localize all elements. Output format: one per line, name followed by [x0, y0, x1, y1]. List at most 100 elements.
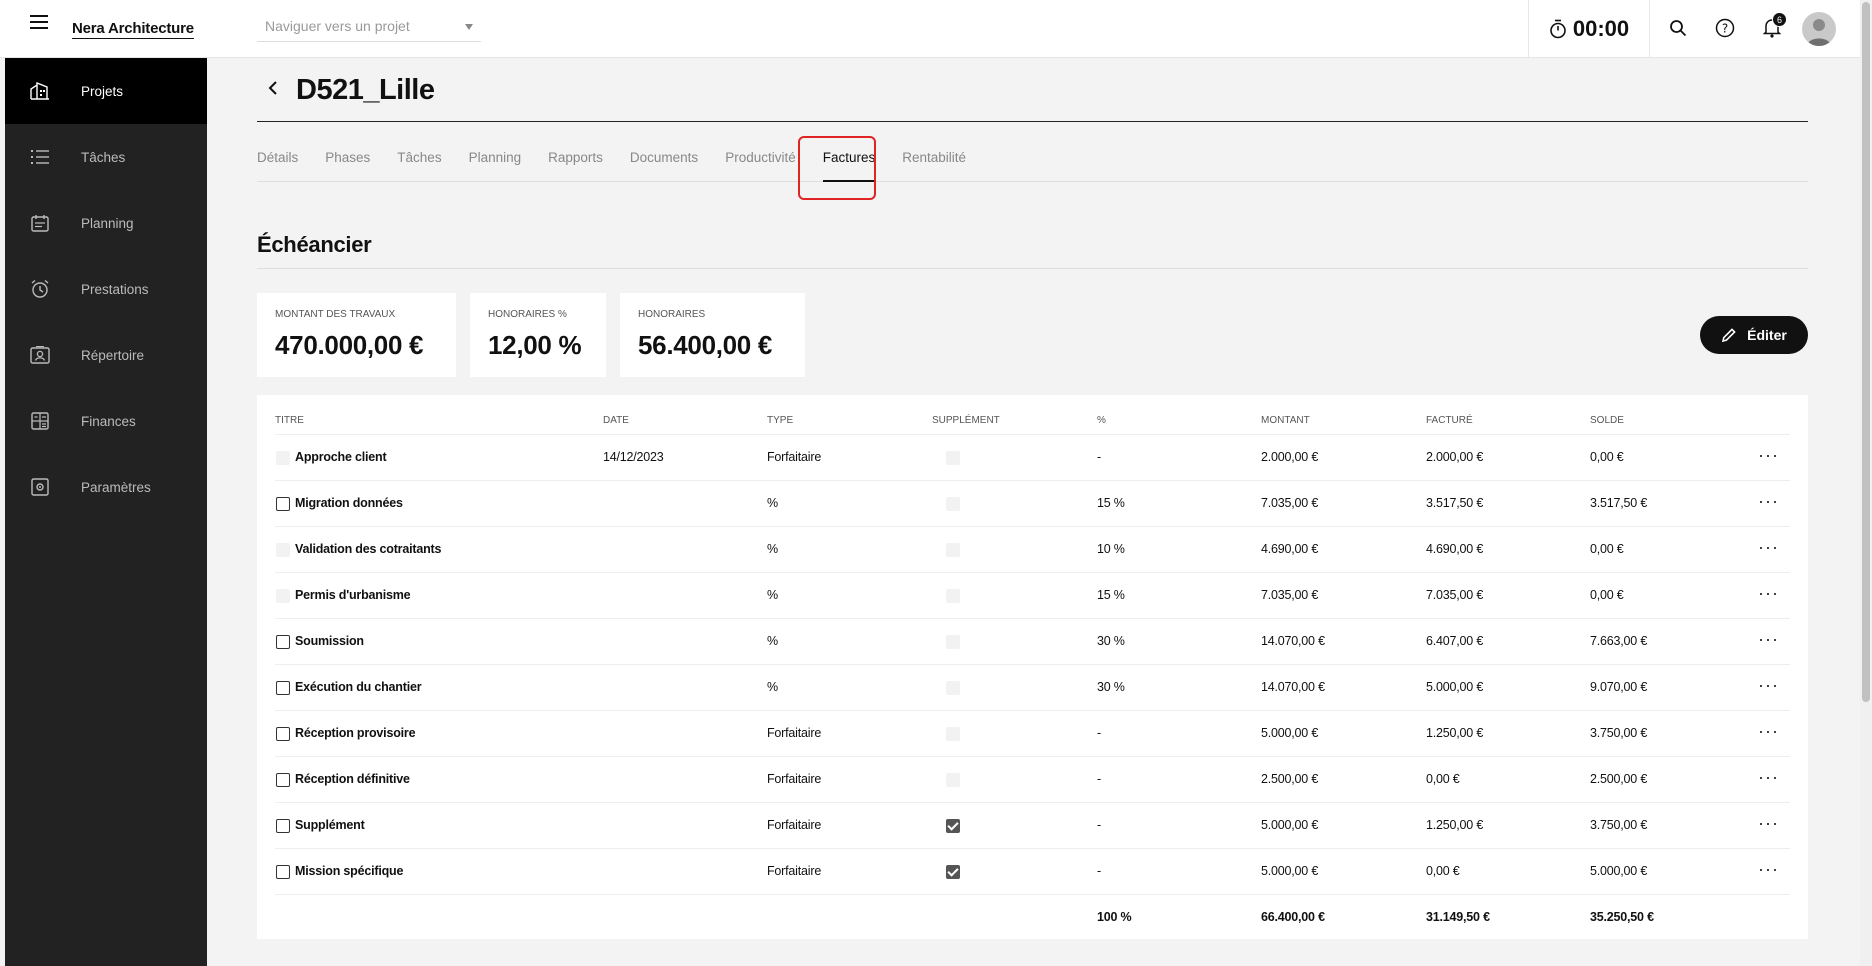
cell-type: Forfaitaire: [767, 450, 822, 464]
cell-montant: 7.035,00 €: [1261, 496, 1319, 510]
cell-type: Forfaitaire: [767, 772, 822, 786]
cell-pct: -: [1097, 450, 1101, 464]
brand-logo[interactable]: Nera Architecture: [72, 20, 194, 39]
project-navigator-placeholder: Naviguer vers un projet: [265, 18, 410, 34]
sidebar-item-planning[interactable]: Planning: [5, 190, 207, 256]
supplement-checkbox: [946, 589, 960, 603]
search-button[interactable]: [1665, 15, 1691, 41]
cell-solde: 0,00 €: [1590, 450, 1624, 464]
kpi-card-honoraires-pct: HONORAIRES % 12,00 %: [470, 293, 606, 377]
cell-title: Mission spécifique: [295, 864, 404, 878]
cell-facture: 3.517,50 €: [1426, 496, 1484, 510]
more-options-icon[interactable]: ···: [1758, 767, 1779, 788]
more-options-icon[interactable]: ···: [1758, 583, 1779, 604]
table-row[interactable]: Réception provisoire Forfaitaire - 5.000,00…: [275, 711, 1790, 757]
sidebar-item-taches[interactable]: Tâches: [5, 124, 207, 190]
cell-montant: 5.000,00 €: [1261, 726, 1319, 740]
cell-facture: 2.000,00 €: [1426, 450, 1484, 464]
supplement-checkbox: [946, 451, 960, 465]
settings-icon: [29, 476, 51, 498]
column-header-pct: %: [1097, 415, 1106, 426]
table-row[interactable]: Migration données% 15 % 7.035,00 € 3.517,50…: [275, 481, 1790, 527]
back-arrow-icon[interactable]: [267, 80, 279, 96]
kpi-card-montant-travaux: MONTANT DES TRAVAUX 470.000,00 €: [257, 293, 456, 377]
user-avatar[interactable]: [1802, 12, 1836, 46]
table-row[interactable]: Permis d'urbanisme% 15 % 7.035,00 € 7.035,0…: [275, 573, 1790, 619]
kpi-label: HONORAIRES: [638, 309, 706, 320]
row-select-checkbox[interactable]: [276, 497, 290, 511]
row-select-checkbox[interactable]: [276, 681, 290, 695]
row-select-checkbox[interactable]: [276, 865, 290, 879]
tab-documents[interactable]: Documents: [630, 150, 698, 176]
scrollbar-thumb[interactable]: [1862, 2, 1870, 702]
row-select-checkbox[interactable]: [276, 819, 290, 833]
divider: [257, 268, 1808, 269]
column-header-facture: FACTURÉ: [1426, 415, 1473, 426]
sidebar-item-projets[interactable]: Projets: [5, 58, 207, 124]
notifications-button[interactable]: 6: [1759, 12, 1787, 41]
cell-type: Forfaitaire: [767, 818, 822, 832]
cell-pct: 30 %: [1097, 634, 1125, 648]
cell-facture: 6.407,00 €: [1426, 634, 1484, 648]
more-options-icon[interactable]: ···: [1758, 629, 1779, 650]
sidebar-item-finances[interactable]: Finances: [5, 388, 207, 454]
help-button[interactable]: ?: [1712, 15, 1738, 41]
more-options-icon[interactable]: ···: [1758, 721, 1779, 742]
edit-button[interactable]: Éditer: [1700, 316, 1808, 354]
table-row[interactable]: Réception définitive Forfaitaire - 2.500,00…: [275, 757, 1790, 803]
table-row[interactable]: Exécution du chantier% 30 % 14.070,00 € 5.0…: [275, 665, 1790, 711]
row-select-checkbox[interactable]: [276, 773, 290, 787]
cell-solde: 5.000,00 €: [1590, 864, 1648, 878]
menu-icon[interactable]: [30, 15, 48, 29]
tab-planning[interactable]: Planning: [469, 150, 522, 176]
more-options-icon[interactable]: ···: [1758, 491, 1779, 512]
kpi-value: 56.400,00 €: [638, 330, 773, 360]
more-options-icon[interactable]: ···: [1758, 537, 1779, 558]
project-navigator-select[interactable]: Naviguer vers un projet: [257, 12, 481, 42]
timer[interactable]: 00:00: [1528, 0, 1650, 58]
page-title: D521_Lille: [296, 74, 435, 106]
timer-value: 00:00: [1572, 16, 1630, 41]
row-select-checkbox: [276, 543, 290, 557]
sidebar-item-prestations[interactable]: Prestations: [5, 256, 207, 322]
row-select-checkbox[interactable]: [276, 635, 290, 649]
more-options-icon[interactable]: ···: [1758, 813, 1779, 834]
cell-pct: 15 %: [1097, 588, 1125, 602]
cell-title: Supplément: [295, 818, 365, 832]
cell-type: %: [767, 542, 778, 556]
column-header-montant: MONTANT: [1261, 415, 1310, 426]
cell-pct: -: [1097, 818, 1101, 832]
cell-montant: 2.000,00 €: [1261, 450, 1319, 464]
tab-details[interactable]: Détails: [257, 150, 298, 176]
tab-rapports[interactable]: Rapports: [548, 150, 603, 176]
tab-taches[interactable]: Tâches: [397, 150, 441, 176]
search-icon: [1670, 20, 1687, 37]
total-montant: 66.400,00 €: [1261, 910, 1325, 924]
tab-productivite[interactable]: Productivité: [725, 150, 796, 176]
more-options-icon[interactable]: ···: [1758, 859, 1779, 880]
sidebar-item-label: Projets: [81, 83, 124, 99]
column-header-solde: SOLDE: [1590, 415, 1624, 426]
sidebar-item-label: Finances: [81, 413, 136, 429]
table-row[interactable]: Mission spécifique Forfaitaire - 5.000,00 €…: [275, 849, 1790, 895]
svg-text:?: ?: [1722, 22, 1728, 36]
page-scrollbar[interactable]: [1860, 0, 1872, 966]
tab-phases[interactable]: Phases: [325, 150, 370, 176]
supplement-checkbox: [946, 819, 960, 833]
more-options-icon[interactable]: ···: [1758, 675, 1779, 696]
sidebar-item-parametres[interactable]: Paramètres: [5, 454, 207, 520]
tab-rentabilite[interactable]: Rentabilité: [902, 150, 966, 176]
more-options-icon[interactable]: ···: [1758, 445, 1779, 466]
table-row[interactable]: Soumission% 30 % 14.070,00 € 6.407,00 € 7.66…: [275, 619, 1790, 665]
page-header: D521_Lille: [257, 58, 1808, 122]
row-select-checkbox[interactable]: [276, 727, 290, 741]
tab-factures[interactable]: Factures: [822, 150, 875, 182]
table-row[interactable]: Approche client 14/12/2023 Forfaitaire - 2.0…: [275, 435, 1790, 481]
cell-montant: 14.070,00 €: [1261, 634, 1325, 648]
table-row[interactable]: Supplément Forfaitaire - 5.000,00 € 1.250,00…: [275, 803, 1790, 849]
cell-pct: 15 %: [1097, 496, 1125, 510]
cell-type: %: [767, 680, 778, 694]
sidebar-item-repertoire[interactable]: Répertoire: [5, 322, 207, 388]
table-row[interactable]: Validation des cotraitants% 10 % 4.690,00 …: [275, 527, 1790, 573]
cell-pct: -: [1097, 864, 1101, 878]
